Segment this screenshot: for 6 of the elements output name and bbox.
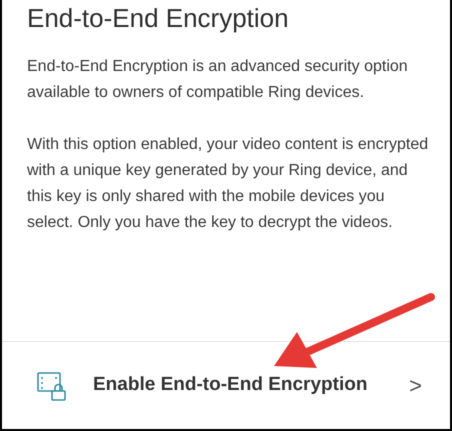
chevron: >: [409, 372, 422, 400]
page-title: End-to-End Encryption: [27, 2, 289, 34]
enable-encryption-button[interactable]: Enable End-to-End Encryption: [93, 371, 410, 400]
description-text: With this option enabled, your video content is encrypted with a unique key generated by your Ring device, and this key is only shared with the mobile devices you select. Only you have the key to decrypt the videos.: [27, 135, 430, 233]
description-text: End-to-End Encryption is an advanced security option available to owners of compatible Ring devices.: [27, 57, 409, 103]
video-lock-icon: [37, 370, 67, 400]
